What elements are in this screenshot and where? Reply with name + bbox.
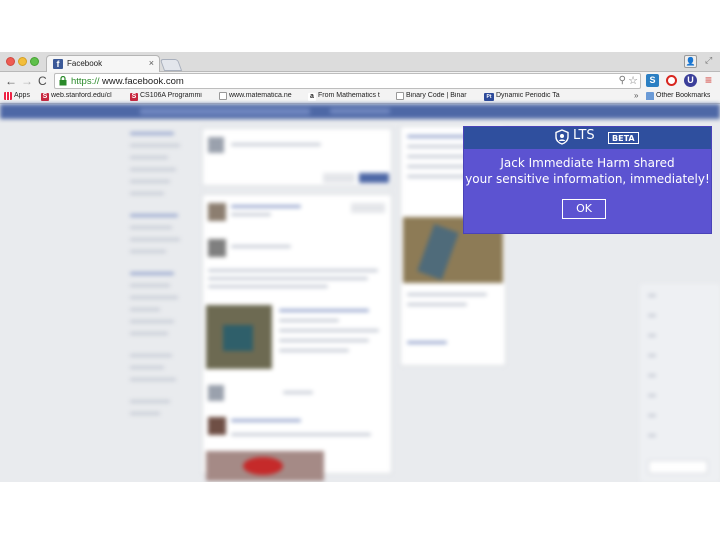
bookmark-label: Apps — [14, 92, 30, 99]
profile-icon[interactable]: 👤 — [684, 55, 697, 68]
bookmark-periodic-table[interactable]: Pt Dynamic Periodic Ta — [484, 92, 570, 101]
tab-close-icon[interactable]: × — [149, 58, 154, 68]
s-extension-icon[interactable]: S — [646, 74, 659, 87]
bookmark-cs106a[interactable]: S CS106A Programmi — [130, 92, 208, 101]
tab-facebook[interactable]: f Facebook × — [46, 55, 160, 73]
lts-extension-icon[interactable]: U — [684, 74, 697, 87]
tab-title: Facebook — [67, 59, 103, 68]
bookmarks-bar: Apps Sweb.stanford.edu/cl S CS106A Progra… — [0, 91, 720, 104]
search-icon[interactable]: ⚲ — [619, 75, 626, 86]
composer-card — [202, 128, 392, 186]
browser-toolbar: ← → C https:// www.facebook.com ⚲ ☆ S U … — [0, 72, 720, 91]
menu-icon[interactable]: ≡ — [705, 73, 712, 87]
feed-post-card — [202, 194, 392, 481]
stanford-s-icon: S — [41, 93, 49, 101]
chat-sidebar — [640, 284, 720, 482]
reload-button[interactable]: C — [38, 74, 47, 88]
bookmarks-overflow-button[interactable]: » — [634, 91, 638, 100]
bookmark-label: Binary Code | Binar — [406, 92, 467, 99]
bookmark-label: www.matematica.ne — [229, 92, 292, 99]
bookmark-label: web.stanford.edu/cl — [51, 92, 112, 99]
window-minimize-button[interactable] — [18, 57, 27, 66]
address-bar[interactable]: https:// www.facebook.com ⚲ ☆ — [54, 73, 641, 89]
browser-window: f Facebook × 👤 ⤢ ← → C https:// www.face… — [0, 52, 720, 482]
bookmark-label: CS106A Programmi — [140, 92, 202, 99]
bookmark-apps[interactable]: Apps — [4, 92, 30, 101]
amazon-icon: a — [308, 93, 316, 101]
bookmark-label: Other Bookmarks — [656, 92, 711, 99]
url-scheme: https:// — [71, 76, 100, 87]
lts-message-line1: Jack Immediate Harm shared — [500, 156, 675, 170]
bookmark-label: Dynamic Periodic Ta — [496, 92, 560, 99]
left-sidebar — [130, 128, 190, 458]
fullscreen-icon[interactable]: ⤢ — [705, 55, 712, 66]
ok-button[interactable]: OK — [562, 199, 606, 219]
bookmark-binary-code[interactable]: Binary Code | Binar — [396, 92, 478, 101]
new-tab-button[interactable] — [159, 59, 183, 71]
page-icon — [219, 92, 227, 100]
lts-shield-icon — [555, 129, 569, 145]
facebook-favicon-icon: f — [53, 59, 63, 69]
lts-title: LTS — [573, 128, 595, 143]
page-icon — [396, 92, 404, 100]
window-maximize-button[interactable] — [30, 57, 39, 66]
bookmark-stanford[interactable]: Sweb.stanford.edu/cl — [41, 92, 123, 101]
ptable-icon: Pt — [484, 93, 494, 101]
lts-notification: LTS BETA Jack Immediate Harm shared your… — [463, 126, 712, 234]
folder-icon — [646, 92, 654, 100]
beta-badge: BETA — [608, 132, 639, 144]
url-host: www.facebook.com — [102, 76, 184, 87]
bookmark-star-icon[interactable]: ☆ — [628, 74, 638, 87]
apps-icon — [4, 92, 12, 100]
bookmark-label: From Mathematics t — [318, 92, 380, 99]
stanford-s-icon: S — [130, 93, 138, 101]
bookmark-from-mathematics[interactable]: a From Mathematics t — [308, 92, 388, 101]
lts-message-line2: your sensitive information, immediately! — [465, 172, 710, 186]
facebook-top-bar — [0, 104, 720, 119]
opera-extension-icon[interactable] — [666, 75, 677, 86]
bookmark-matematica[interactable]: www.matematica.ne — [219, 92, 299, 101]
lock-icon — [59, 76, 67, 86]
lts-header: LTS BETA — [464, 127, 711, 149]
tab-strip: f Facebook × 👤 ⤢ — [0, 52, 720, 73]
back-button[interactable]: ← — [5, 74, 17, 88]
window-close-button[interactable] — [6, 57, 15, 66]
forward-button[interactable]: → — [21, 74, 33, 88]
bookmark-other[interactable]: Other Bookmarks — [646, 92, 710, 101]
